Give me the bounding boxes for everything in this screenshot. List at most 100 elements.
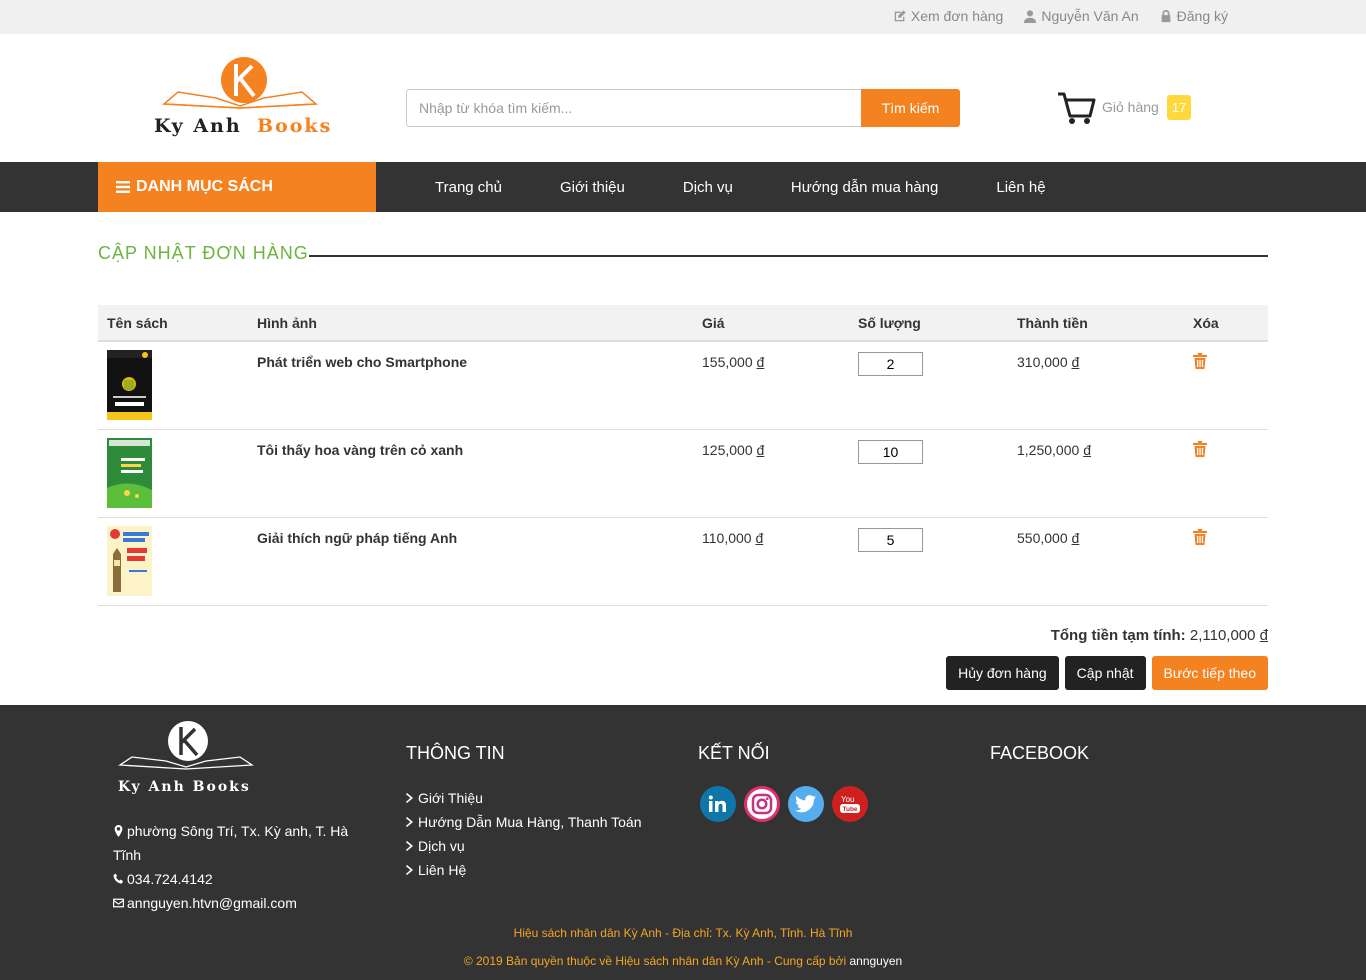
site-footer: Ky Anh Books phường Sông Trí, Tx. Kỳ anh… — [0, 705, 1366, 980]
quantity-cell — [849, 429, 1008, 518]
book-categories-button[interactable]: DANH MỤC SÁCH — [98, 162, 376, 212]
footer-logo-text: Ky Anh Books — [118, 779, 251, 795]
footer-facebook-column: FACEBOOK — [990, 743, 1089, 786]
book-cover-hoa-vang[interactable] — [107, 437, 152, 508]
quantity-input[interactable] — [858, 439, 923, 464]
footer-author-link[interactable]: annguyen — [849, 954, 902, 968]
footer-address: phường Sông Trí, Tx. Kỳ anh, T. Hà Tĩnh — [113, 823, 349, 863]
instagram-icon[interactable] — [744, 786, 780, 822]
update-order-button[interactable]: Cập nhật — [1064, 656, 1146, 690]
footer-connect-title: KẾT NỐI — [698, 743, 770, 763]
footer-logo-icon: Ky Anh Books — [118, 721, 254, 795]
book-cover-smartphone[interactable] — [107, 350, 152, 420]
cart-count-badge: 17 — [1166, 94, 1192, 120]
subtotal-value: 2,110,000 — [1189, 627, 1256, 644]
order-actions: Hủy đơn hàng Cập nhật Bước tiếp theo — [946, 656, 1268, 690]
book-cover-cell — [98, 429, 248, 518]
envelope-icon — [113, 898, 124, 908]
book-title: Giải thích ngữ pháp tiếng Anh — [248, 517, 693, 606]
register-link[interactable]: Đăng ký — [1159, 8, 1228, 24]
quantity-input[interactable] — [858, 352, 923, 376]
user-icon — [1024, 10, 1037, 23]
svg-text:You: You — [841, 795, 855, 804]
chevron-right-icon — [406, 865, 413, 875]
delete-cell — [1184, 517, 1268, 606]
table-row: Tôi thấy hoa vàng trên cỏ xanh 125,000 đ… — [98, 429, 1268, 518]
line-total: 550,000 đ — [1008, 517, 1184, 606]
quantity-cell — [849, 341, 1008, 430]
order-subtotal: Tổng tiền tạm tính: 2,110,000 đ — [1051, 627, 1268, 644]
book-cover-cell — [98, 517, 248, 606]
table-row: Giải thích ngữ pháp tiếng Anh 110,000 đ … — [98, 517, 1268, 606]
delete-cell — [1184, 341, 1268, 430]
cart-icon — [1058, 92, 1096, 124]
svg-text:Tube: Tube — [843, 806, 858, 813]
nav-about[interactable]: Giới thiệu — [531, 179, 654, 196]
subtotal-label: Tổng tiền tạm tính: — [1050, 627, 1186, 644]
footer-link-contact[interactable]: Liên Hệ — [406, 858, 642, 882]
linkedin-icon[interactable] — [700, 786, 736, 822]
subtotal-currency: đ — [1259, 627, 1268, 644]
line-total: 310,000 đ — [1008, 341, 1184, 430]
search-bar: Tìm kiếm — [406, 89, 960, 127]
edit-icon — [894, 10, 906, 22]
nav-home[interactable]: Trang chủ — [406, 179, 531, 196]
cart-label: Giỏ hàng — [1102, 99, 1159, 115]
cart-button[interactable]: Giỏ hàng 17 — [1056, 88, 1192, 126]
cart-table: Tên sách Hình ảnh Giá Số lượng Thành tiề… — [98, 305, 1268, 606]
trash-icon[interactable] — [1193, 440, 1207, 457]
col-quantity: Số lượng — [849, 305, 1008, 342]
trash-icon[interactable] — [1193, 353, 1207, 369]
col-delete: Xóa — [1184, 305, 1268, 342]
table-header-row: Tên sách Hình ảnh Giá Số lượng Thành tiề… — [98, 305, 1268, 342]
search-input[interactable] — [406, 89, 861, 127]
main-navbar: DANH MỤC SÁCH Trang chủ Giới thiệu Dịch … — [0, 162, 1366, 212]
delete-cell — [1184, 429, 1268, 518]
nav-buying-guide[interactable]: Hướng dẫn mua hàng — [762, 179, 967, 196]
search-button[interactable]: Tìm kiếm — [861, 89, 960, 127]
footer-contact: phường Sông Trí, Tx. Kỳ anh, T. Hà Tĩnh … — [113, 819, 363, 915]
footer-email: annguyen.htvn@gmail.com — [113, 891, 363, 915]
footer-link-services[interactable]: Dịch vụ — [406, 834, 642, 858]
footer-link-guide[interactable]: Hướng Dẫn Mua Hàng, Thanh Toán — [406, 810, 642, 834]
col-image: Hình ảnh — [248, 305, 693, 342]
footer-copyright: © 2019 Bản quyền thuộc về Hiệu sách nhân… — [463, 954, 903, 968]
book-cover-tieng-anh[interactable] — [107, 525, 152, 596]
book-cover-cell — [98, 341, 248, 430]
quantity-input[interactable] — [858, 527, 923, 552]
logo-text-secondary: Books — [257, 115, 332, 137]
nav-services[interactable]: Dịch vụ — [654, 179, 762, 196]
chevron-right-icon — [406, 841, 413, 851]
logo-icon: Ky Anh Books — [154, 57, 332, 137]
nav-links: Trang chủ Giới thiệu Dịch vụ Hướng dẫn m… — [406, 162, 1075, 212]
chevron-right-icon — [406, 793, 413, 803]
twitter-icon[interactable] — [788, 786, 824, 822]
book-price: 125,000 đ — [693, 429, 849, 518]
table-row: Phát triển web cho Smartphone 155,000 đ … — [98, 341, 1268, 430]
social-links: You Tube — [700, 786, 868, 822]
youtube-icon[interactable]: You Tube — [832, 786, 868, 822]
nav-contact[interactable]: Liên hệ — [967, 179, 1074, 196]
footer-phone: 034.724.4142 — [113, 867, 363, 891]
footer-link-about[interactable]: Giới Thiệu — [406, 786, 642, 810]
book-title: Tôi thấy hoa vàng trên cỏ xanh — [248, 429, 693, 518]
top-links: Xem đơn hàng Nguyễn Văn An Đăng ký — [893, 8, 1228, 24]
site-logo[interactable]: Ky Anh Books — [150, 54, 340, 138]
footer-address-line: Hiệu sách nhân dân Kỳ Anh - Địa chỉ: Tx.… — [513, 926, 853, 940]
user-account-link[interactable]: Nguyễn Văn An — [1023, 8, 1139, 24]
quantity-cell — [849, 517, 1008, 606]
footer-logo[interactable]: Ky Anh Books — [114, 719, 264, 797]
footer-info-title: THÔNG TIN — [406, 743, 505, 763]
section-header: CẬP NHẬT ĐƠN HÀNG — [98, 243, 1268, 264]
trash-icon[interactable] — [1193, 528, 1207, 545]
footer-connect-column: KẾT NỐI You Tube — [698, 743, 868, 822]
top-bar: Xem đơn hàng Nguyễn Văn An Đăng ký — [0, 0, 1366, 34]
next-step-button[interactable]: Bước tiếp theo — [1151, 656, 1268, 690]
cancel-order-button[interactable]: Hủy đơn hàng — [946, 656, 1059, 690]
line-total: 1,250,000 đ — [1008, 429, 1184, 518]
title-divider — [308, 254, 1268, 257]
map-marker-icon — [114, 825, 123, 837]
col-book-name: Tên sách — [98, 305, 248, 342]
phone-icon — [113, 873, 124, 884]
view-orders-link[interactable]: Xem đơn hàng — [893, 8, 1003, 24]
